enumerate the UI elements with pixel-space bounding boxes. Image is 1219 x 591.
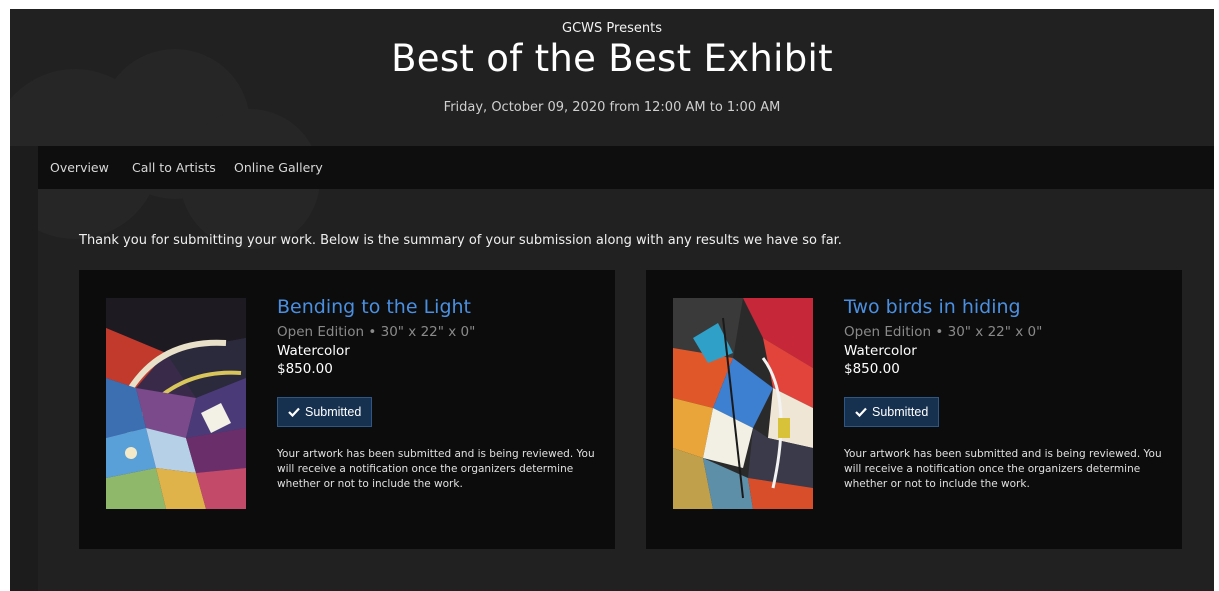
artwork-info: Bending to the Light Open Edition • 30" … [277, 296, 597, 492]
submitted-status-button[interactable]: Submitted [277, 397, 373, 427]
event-nav: Overview Call to Artists Online Gallery [38, 146, 1214, 189]
check-icon [855, 407, 867, 417]
artwork-medium: Watercolor [844, 343, 917, 359]
submission-card: Two birds in hiding Open Edition • 30" x… [646, 270, 1182, 549]
artwork-title[interactable]: Two birds in hiding [844, 296, 1164, 318]
submission-card: Bending to the Light Open Edition • 30" … [79, 270, 615, 549]
event-date: Friday, October 09, 2020 from 12:00 AM t… [443, 100, 781, 115]
artwork-info: Two birds in hiding Open Edition • 30" x… [844, 296, 1164, 492]
artwork-medium: Watercolor [277, 343, 350, 359]
artwork-image [106, 298, 246, 509]
status-note: Your artwork has been submitted and is b… [277, 448, 595, 490]
artwork-edition: Open Edition • 30" x 22" x 0" [844, 324, 1043, 340]
event-presenter: GCWS Presents [562, 21, 662, 36]
artwork-image [673, 298, 813, 509]
artwork-price: $850.00 [277, 361, 333, 377]
artwork-edition: Open Edition • 30" x 22" x 0" [277, 324, 476, 340]
submitted-status-button[interactable]: Submitted [844, 397, 940, 427]
nav-online-gallery[interactable]: Online Gallery [234, 160, 323, 175]
nav-call-to-artists[interactable]: Call to Artists [132, 160, 216, 175]
artwork-title[interactable]: Bending to the Light [277, 296, 597, 318]
submission-intro: Thank you for submitting your work. Belo… [79, 233, 842, 248]
artwork-price: $850.00 [844, 361, 900, 377]
check-icon [288, 407, 300, 417]
left-band [10, 146, 38, 591]
status-label: Submitted [305, 405, 362, 419]
artwork-thumbnail[interactable] [673, 298, 813, 509]
page-frame: GCWS Presents Best of the Best Exhibit F… [10, 9, 1214, 591]
status-label: Submitted [872, 405, 929, 419]
event-title: Best of the Best Exhibit [391, 37, 833, 80]
status-note: Your artwork has been submitted and is b… [844, 448, 1162, 490]
artwork-thumbnail[interactable] [106, 298, 246, 509]
nav-overview[interactable]: Overview [50, 160, 109, 175]
